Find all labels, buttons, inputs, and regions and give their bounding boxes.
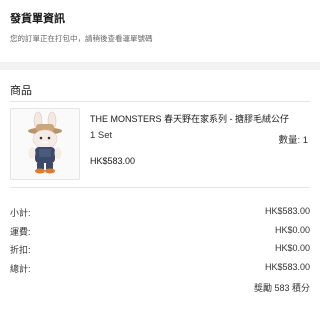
reward-points: 獎勵 583 積分 xyxy=(253,283,310,293)
summary-label: 運費: xyxy=(10,227,31,237)
summary-value: HK$583.00 xyxy=(264,206,310,216)
product-price: HK$583.00 xyxy=(90,156,136,166)
shipping-title: 發貨單資訊 xyxy=(10,13,65,25)
products-section-title: 商品 xyxy=(10,85,32,97)
summary-label: 折扣: xyxy=(10,245,31,255)
product-quantity: 數量: 1 xyxy=(278,135,308,146)
summary-row-subtotal: 小計: HK$583.00 xyxy=(10,206,310,220)
summary-row-discount: 折扣: HK$0.00 xyxy=(10,243,310,257)
summary-value: HK$0.00 xyxy=(274,225,310,235)
product-thumbnail[interactable] xyxy=(10,108,80,180)
product-name[interactable]: THE MONSTERS 春天野在家系列 - 搪膠毛絨公仔 xyxy=(90,112,289,125)
monster-figure-image xyxy=(28,111,62,174)
divider xyxy=(10,187,310,188)
order-products-card: 商品 THE MONSTERS 春天野在家系列 - 搪膠毛絨公仔 1 Set 數… xyxy=(0,70,320,315)
summary-label: 小計: xyxy=(10,208,31,218)
summary-row-shipping: 運費: HK$0.00 xyxy=(10,225,310,239)
shipping-status-text: 您的訂單正在打包中，請稍後查看運單號碼 xyxy=(10,34,153,43)
summary-row-total: 總計: HK$583.00 xyxy=(10,262,310,276)
summary-label: 總計: xyxy=(10,264,31,274)
summary-value: HK$583.00 xyxy=(264,262,310,272)
summary-value: HK$0.00 xyxy=(274,243,310,253)
shipping-info-card: 發貨單資訊 您的訂單正在打包中，請稍後查看運單號碼 xyxy=(0,0,320,62)
divider xyxy=(10,101,310,102)
product-variant: 1 Set xyxy=(90,130,113,141)
